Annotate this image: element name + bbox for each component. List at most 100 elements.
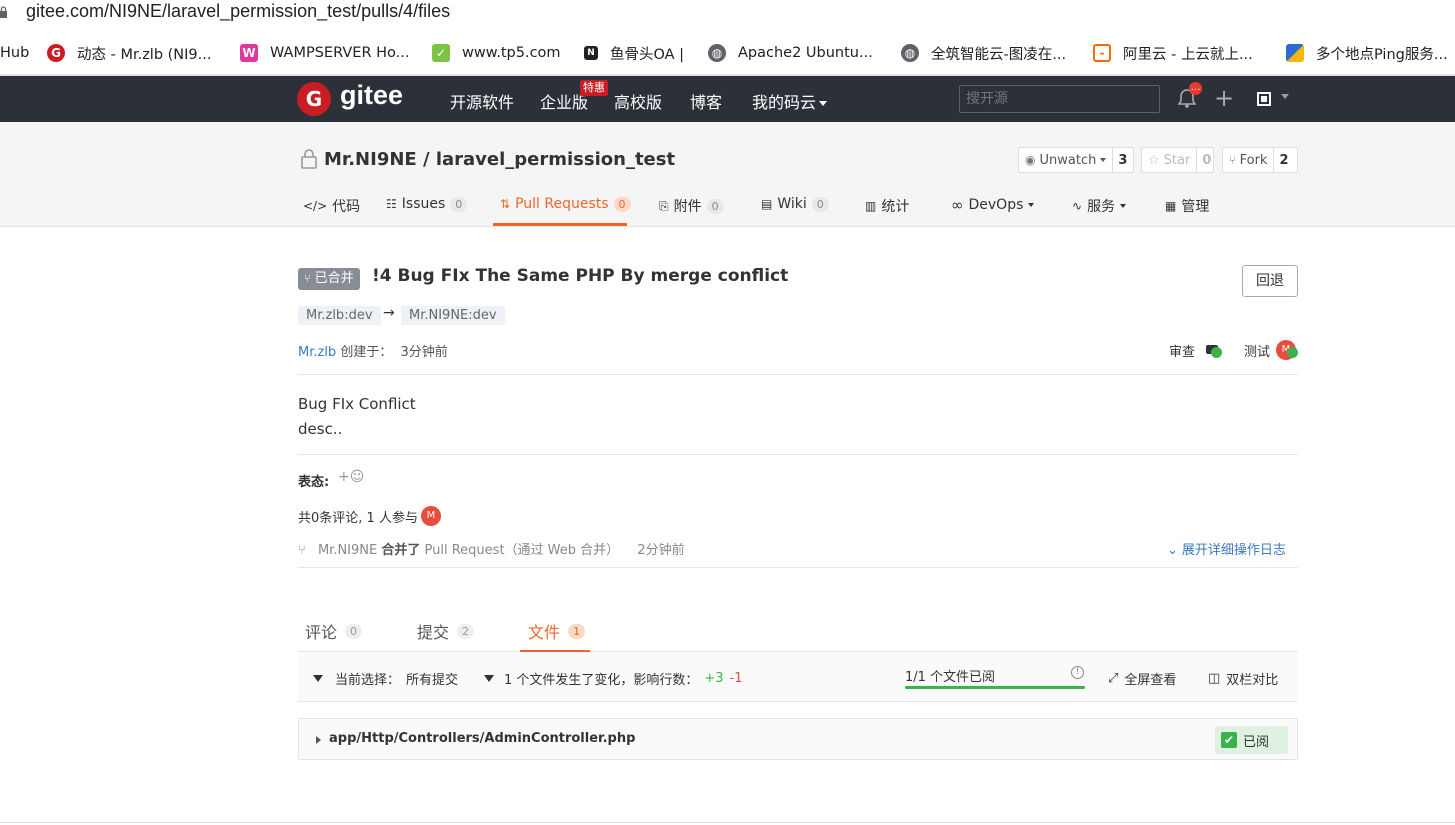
lock-icon	[0, 6, 7, 18]
site-header: G gitee 开源软件 企业版 特惠 高校版 博客 我的码云 ... +	[0, 76, 1455, 122]
bookmark-tp5[interactable]: ✓ www.tp5.com	[432, 42, 561, 64]
info-icon[interactable]: !	[1071, 666, 1084, 679]
caret-down-icon	[484, 675, 494, 682]
globe-icon: ◍	[708, 44, 726, 62]
tab-services[interactable]: ∿ 服务	[1072, 196, 1127, 216]
user-avatar-icon[interactable]	[1257, 92, 1271, 106]
bookmark-apache[interactable]: ◍ Apache2 Ubuntu...	[708, 42, 873, 64]
reaction-label: 表态:	[298, 475, 330, 490]
expand-icon: ⤢	[1108, 671, 1119, 686]
search-input[interactable]	[959, 85, 1160, 113]
star-count[interactable]: 0	[1196, 148, 1216, 172]
tp5-icon: ✓	[432, 44, 450, 62]
paperclip-icon: ⎘	[659, 198, 669, 213]
log-user[interactable]: Mr.NI9NE	[318, 543, 377, 558]
revert-button[interactable]: 回退	[1242, 265, 1298, 297]
chevron-down-icon	[1028, 203, 1035, 207]
eye-icon: ◉	[1025, 153, 1036, 167]
bookmark-aliyun[interactable]: - 阿里云 - 上云就上...	[1093, 42, 1253, 64]
target-branch[interactable]: Mr.NI9NE:dev	[401, 306, 505, 325]
nav-blog[interactable]: 博客	[690, 89, 722, 113]
tester-label: 测试	[1244, 345, 1271, 360]
tab-stats[interactable]: ▥ 统计	[865, 196, 909, 216]
bookmark-ping[interactable]: 多个地点Ping服务...	[1286, 42, 1448, 64]
change-summary-toggle[interactable]: 1 个文件发生了变化，影响行数： +3 -1	[484, 669, 743, 688]
viewed-progress-bar	[905, 686, 1085, 689]
brand-name[interactable]: gitee	[340, 80, 403, 111]
nav-my-gitee[interactable]: 我的码云	[752, 89, 828, 113]
tab-attachments[interactable]: ⎘ 附件 0	[659, 196, 724, 216]
bookmarks-bar: Hub G 动态 - Mr.zlb (NI9... W WAMPSERVER Ho.…	[0, 34, 1455, 72]
bookmark-quanzhu[interactable]: ◍ 全筑智能云-图凌在...	[901, 42, 1066, 64]
tab-pull-requests[interactable]: ⇅ Pull Requests 0	[500, 196, 631, 212]
file-path[interactable]: app/Http/Controllers/AdminController.php	[329, 731, 635, 746]
plus-icon[interactable]: +	[1214, 84, 1234, 112]
nav-education[interactable]: 高校版	[614, 89, 662, 113]
checkbox-checked-icon: ✔	[1221, 732, 1237, 748]
repo-title[interactable]: Mr.NI9NE / laravel_permission_test	[324, 149, 675, 170]
chevron-down-icon	[819, 101, 828, 106]
fork-count[interactable]: 2	[1273, 148, 1293, 172]
infinity-icon: ∞	[951, 196, 964, 214]
active-tab-indicator	[493, 223, 627, 226]
divider	[298, 454, 1298, 455]
approved-check-icon	[1287, 347, 1298, 358]
pull-request-icon: ⇅	[500, 197, 511, 211]
fork-button[interactable]: ⑂ Fork 2	[1222, 147, 1298, 173]
bookmark-oa[interactable]: N 鱼骨头OA |	[584, 42, 684, 64]
browser-url-bar[interactable]: gitee.com/NI9NE/laravel_permission_test/…	[0, 0, 1455, 26]
star-button[interactable]: ☆ Star 0	[1141, 147, 1214, 173]
tab-manage[interactable]: ▦ 管理	[1165, 196, 1209, 216]
tab-wiki[interactable]: ▤ Wiki 0	[761, 196, 829, 212]
repo-header: Mr.NI9NE / laravel_permission_test ◉ Unwa…	[0, 122, 1455, 227]
divider	[298, 567, 1298, 568]
double-chevron-down-icon: ⌄	[1167, 543, 1178, 558]
expand-log-link[interactable]: ⌄ 展开详细操作日志	[1167, 539, 1286, 558]
merge-icon: ⑂	[304, 272, 311, 285]
star-icon: ☆	[1148, 152, 1160, 168]
tab-files[interactable]: 文件 1	[528, 619, 586, 643]
wamp-icon: W	[240, 44, 258, 62]
watch-count[interactable]: 3	[1112, 148, 1132, 172]
pr-description-line: Bug FIx Conflict	[298, 395, 416, 413]
book-icon: ▤	[761, 197, 773, 211]
gitee-icon: G	[47, 44, 65, 62]
fullscreen-button[interactable]: ⤢ 全屏查看	[1108, 669, 1176, 688]
url-text[interactable]: gitee.com/NI9NE/laravel_permission_test/…	[26, 1, 450, 22]
tab-code[interactable]: </> 代码	[303, 196, 360, 216]
reviewer-label: 审查	[1169, 345, 1196, 360]
bookmark-wampserver[interactable]: W WAMPSERVER Ho...	[240, 42, 409, 64]
tab-comments[interactable]: 评论 0	[305, 619, 363, 643]
issues-icon: ☷	[386, 197, 397, 211]
nav-open-source[interactable]: 开源软件	[450, 89, 514, 113]
footer-divider	[0, 822, 1455, 823]
source-branch[interactable]: Mr.zlb:dev	[298, 306, 381, 325]
author-link[interactable]: Mr.zlb	[298, 345, 336, 360]
pulse-icon: ∿	[1072, 199, 1083, 213]
caret-right-icon[interactable]	[316, 736, 321, 744]
bookmark-hub[interactable]: Hub	[0, 42, 29, 64]
promo-badge: 特惠	[580, 80, 608, 96]
pr-meta: Mr.zlb 创建于： 3分钟前	[298, 345, 448, 360]
tab-issues[interactable]: ☷ Issues 0	[386, 196, 468, 212]
aliyun-icon: -	[1093, 44, 1111, 62]
add-reaction-button[interactable]: +☺	[338, 469, 364, 485]
split-view-button[interactable]: ◫ 双栏对比	[1208, 669, 1278, 688]
unwatch-button[interactable]: ◉ Unwatch 3	[1018, 147, 1134, 173]
gitee-logo-icon[interactable]: G	[297, 82, 331, 116]
viewed-checkbox[interactable]: ✔ 已阅	[1215, 726, 1288, 754]
commit-selector[interactable]: 当前选择： 所有提交	[313, 669, 458, 688]
pr-description-line: desc..	[298, 420, 343, 438]
private-lock-icon	[301, 149, 317, 169]
tab-commits[interactable]: 提交 2	[417, 619, 475, 643]
bookmark-gitee-feed[interactable]: G 动态 - Mr.zlb (NI9...	[47, 42, 212, 64]
code-icon: </>	[303, 199, 328, 213]
file-diff-header[interactable]: app/Http/Controllers/AdminController.php…	[298, 718, 1298, 760]
chevron-down-icon[interactable]	[1281, 94, 1289, 99]
viewed-summary: 1/1 个文件已阅	[905, 670, 996, 685]
merge-log-entry: ⑂ Mr.NI9NE 合并了 Pull Request（通过 Web 合并） 2…	[298, 543, 685, 558]
participant-avatar[interactable]: M	[421, 506, 441, 526]
pr-title: !4 Bug FIx The Same PHP By merge conflic…	[372, 266, 789, 286]
tab-devops[interactable]: ∞ DevOps	[951, 196, 1035, 214]
caret-down-icon	[313, 675, 323, 682]
